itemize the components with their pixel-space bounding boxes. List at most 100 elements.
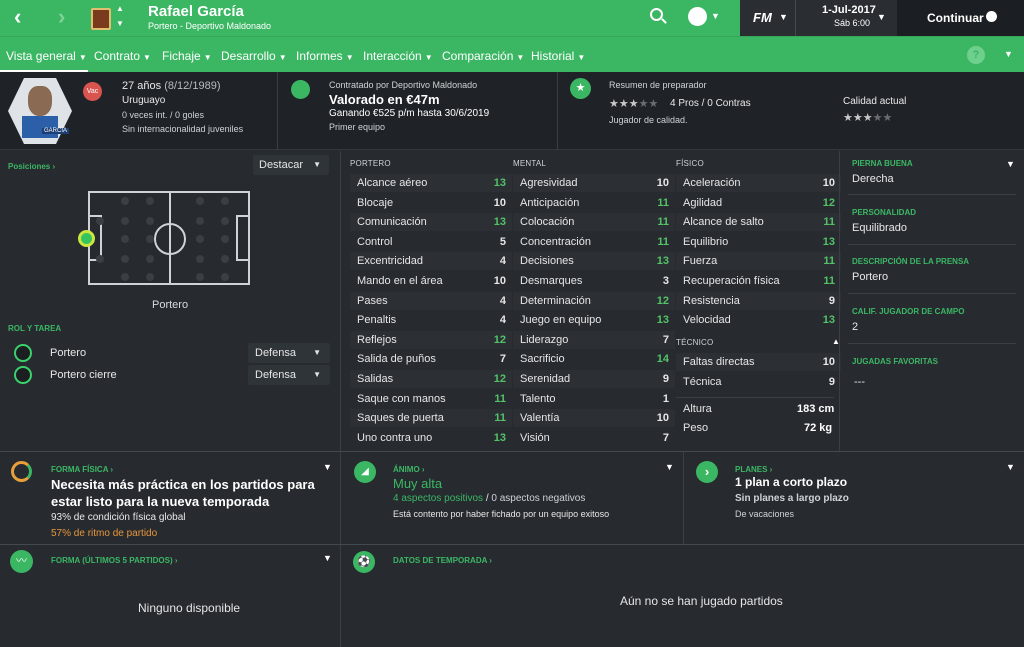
mental-title: MENTAL — [513, 159, 547, 168]
attribute-row[interactable]: Talento 1 — [513, 390, 675, 408]
attribute-row[interactable]: Control 5 — [350, 233, 512, 251]
forward-arrow-icon[interactable]: › — [58, 6, 65, 28]
attribute-row[interactable]: Velocidad 13 — [676, 311, 841, 329]
attribute-row[interactable]: Concentración 11 — [513, 233, 675, 251]
player-subtitle[interactable]: Portero - Deportivo Maldonado — [148, 21, 271, 31]
attribute-value: 10 — [656, 177, 669, 189]
globe-icon[interactable] — [688, 7, 707, 26]
attribute-row[interactable]: Saques de puerta 11 — [350, 409, 512, 428]
season-title[interactable]: DATOS DE TEMPORADA › — [393, 556, 492, 565]
attribute-row[interactable]: Juego en equipo 13 — [513, 311, 675, 329]
nationality[interactable]: Uruguayo — [122, 95, 165, 106]
fm-chevron-icon[interactable]: ▼ — [779, 12, 788, 22]
weight-value: 72 kg — [804, 422, 833, 434]
attribute-row[interactable]: Blocaje 10 — [350, 194, 512, 212]
attribute-value: 12 — [493, 333, 506, 346]
tab-desarrollo[interactable]: Desarrollo ▼ — [221, 37, 287, 73]
attribute-name: Determinación — [520, 294, 591, 307]
plans-long: Sin planes a largo plazo — [735, 493, 849, 504]
attribute-row[interactable]: Reflejos 12 — [350, 330, 512, 349]
form-chevron-icon[interactable]: ▼ — [323, 553, 332, 563]
globe-chevron-icon[interactable]: ▼ — [711, 11, 720, 21]
continue-arrow-icon[interactable] — [986, 11, 997, 22]
attribute-row[interactable]: Resistencia 9 — [676, 291, 841, 310]
attribute-row[interactable]: Visión 7 — [513, 429, 675, 447]
attribute-row[interactable]: Determinación 12 — [513, 291, 675, 310]
positions-title[interactable]: Posiciones › — [8, 162, 55, 171]
tech-title: TÉCNICO — [676, 338, 714, 347]
attribute-row[interactable]: Anticipación 11 — [513, 194, 675, 212]
season-icon: ⚽ — [353, 551, 375, 573]
attribute-name: Pases — [357, 294, 388, 307]
help-icon[interactable]: ? — [967, 46, 985, 64]
tab-comparacion[interactable]: Comparación ▼ — [442, 37, 524, 73]
attribute-row[interactable]: Alcance de salto 11 — [676, 213, 841, 232]
tab-fichaje[interactable]: Fichaje ▼ — [162, 37, 212, 73]
date-chevron-icon[interactable]: ▼ — [877, 12, 886, 22]
tab-informes[interactable]: Informes ▼ — [296, 37, 354, 73]
attribute-row[interactable]: Técnica 9 — [676, 373, 841, 391]
attribute-row[interactable]: Excentricidad 4 — [350, 252, 512, 271]
attribute-row[interactable]: Saque con manos 11 — [350, 390, 512, 408]
attribute-name: Fuerza — [683, 255, 718, 268]
role-name[interactable]: Portero cierre — [50, 369, 117, 381]
attribute-row[interactable]: Faltas directas 10 — [676, 353, 841, 371]
attribute-row[interactable]: Penaltis 4 — [350, 311, 512, 329]
chevron-down-icon[interactable]: ▼ — [116, 19, 124, 28]
fitness-chevron-icon[interactable]: ▼ — [323, 462, 332, 472]
form-title[interactable]: FORMA (ÚLTIMOS 5 PARTIDOS) › — [51, 556, 178, 565]
side-collapse-chevron-icon[interactable]: ▼ — [1006, 159, 1015, 169]
club-crest-icon[interactable] — [91, 8, 111, 30]
plans-chevron-icon[interactable]: ▼ — [1006, 462, 1015, 472]
attribute-row[interactable]: Liderazgo 7 — [513, 330, 675, 349]
contract-line[interactable]: Contratado por Deportivo Maldonado — [329, 80, 477, 90]
attribute-row[interactable]: Sacrificio 14 — [513, 350, 675, 368]
attribute-row[interactable]: Decisiones 13 — [513, 252, 675, 271]
attribute-row[interactable]: Valentía 10 — [513, 409, 675, 428]
form-empty: Ninguno disponible — [138, 601, 241, 615]
morale-chevron-icon[interactable]: ▼ — [665, 462, 674, 472]
pitch-spot — [121, 255, 129, 263]
attribute-row[interactable]: Salidas 12 — [350, 370, 512, 388]
continue-label[interactable]: Continuar — [927, 11, 984, 25]
attribute-row[interactable]: Comunicación 13 — [350, 213, 512, 232]
more-chevron-icon[interactable]: ▼ — [1004, 49, 1013, 59]
game-date[interactable]: 1-Jul-2017 — [822, 4, 876, 16]
highlight-dropdown[interactable]: Destacar ▼ — [253, 155, 329, 175]
tab-vista-general[interactable]: Vista general ▼ — [0, 37, 88, 73]
attribute-value: 11 — [657, 216, 669, 229]
attribute-row[interactable]: Uno contra uno 13 — [350, 429, 512, 447]
attribute-row[interactable]: Aceleración 10 — [676, 174, 841, 192]
role-name[interactable]: Portero — [50, 347, 86, 359]
attribute-row[interactable]: Mando en el área 10 — [350, 272, 512, 290]
tab-historial[interactable]: Historial ▼ — [531, 37, 585, 73]
duty-dropdown[interactable]: Defensa ▼ — [248, 365, 330, 385]
fm-logo[interactable]: FM — [753, 10, 772, 25]
morale-title[interactable]: ÁNIMO › — [393, 465, 425, 474]
pitch-spot — [146, 217, 154, 225]
divider — [848, 343, 1016, 344]
morale-aspects: 4 aspectos positivos / 0 aspectos negati… — [393, 493, 586, 504]
attribute-row[interactable]: Pases 4 — [350, 291, 512, 310]
attribute-row[interactable]: Agilidad 12 — [676, 194, 841, 212]
attribute-row[interactable]: Recuperación física 11 — [676, 272, 841, 290]
back-arrow-icon[interactable]: ‹ — [14, 6, 21, 28]
attribute-name: Recuperación física — [683, 275, 780, 287]
tab-contrato[interactable]: Contrato ▼ — [94, 37, 151, 73]
fitness-title[interactable]: FORMA FÍSICA › — [51, 465, 113, 474]
attribute-row[interactable]: Agresividad 10 — [513, 174, 675, 192]
plans-title[interactable]: PLANES › — [735, 465, 772, 474]
attribute-row[interactable]: Desmarques 3 — [513, 272, 675, 290]
attribute-row[interactable]: Serenidad 9 — [513, 370, 675, 388]
duty-dropdown[interactable]: Defensa ▼ — [248, 343, 330, 363]
attribute-row[interactable]: Salida de puños 7 — [350, 350, 512, 368]
tab-interaccion[interactable]: Interacción ▼ — [363, 37, 433, 73]
attribute-row[interactable]: Equilibrio 13 — [676, 233, 841, 251]
pros-cons[interactable]: 4 Pros / 0 Contras — [670, 98, 751, 109]
chevron-up-icon[interactable]: ▲ — [116, 4, 124, 13]
attribute-name: Blocaje — [357, 196, 394, 209]
attribute-row[interactable]: Alcance aéreo 13 — [350, 174, 512, 192]
divider — [676, 397, 834, 398]
attribute-row[interactable]: Fuerza 11 — [676, 252, 841, 271]
attribute-row[interactable]: Colocación 11 — [513, 213, 675, 232]
